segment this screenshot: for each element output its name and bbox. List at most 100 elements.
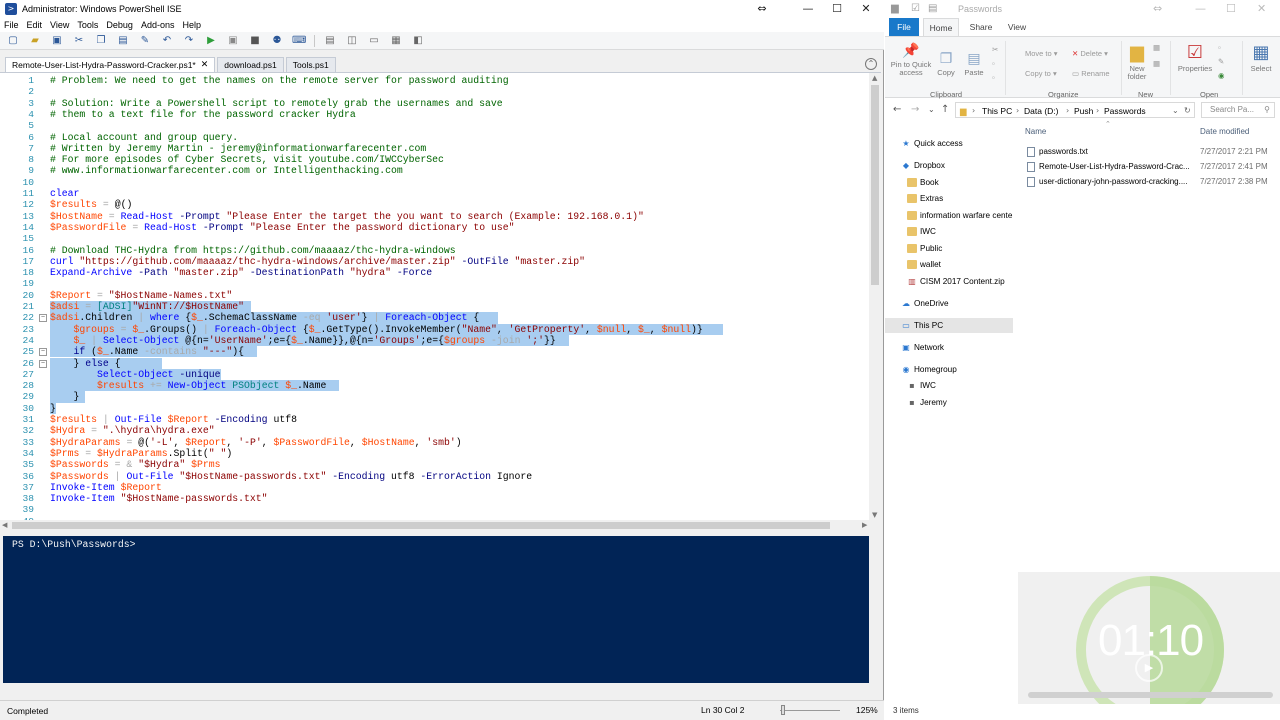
show-script-max-icon[interactable]: ▭ <box>367 34 381 48</box>
scrollbar-thumb[interactable] <box>12 522 830 529</box>
open-icon[interactable]: ▫ <box>1218 43 1221 52</box>
code-line[interactable]: 30} <box>0 402 870 414</box>
nav-item-network[interactable]: ▣ Network <box>885 340 1013 355</box>
breadcrumb-this-pc[interactable]: This PC <box>982 106 1012 116</box>
column-header-date-modified[interactable]: Date modified <box>1200 127 1249 136</box>
refresh-icon[interactable]: ↻ <box>1184 106 1191 115</box>
code-line[interactable]: 17 curl "https://github.com/maaaaz/thc-hy… <box>0 256 870 267</box>
copy-path-icon[interactable]: ▫ <box>992 59 995 68</box>
ribbon-tab-file[interactable]: File <box>889 18 919 36</box>
properties-button[interactable]: ☑ Properties <box>1176 43 1214 73</box>
properties-icon[interactable]: ☑ <box>911 3 920 14</box>
clear-console-icon[interactable]: ✎ <box>138 34 152 48</box>
show-script-top-icon[interactable]: ▤ <box>323 34 337 48</box>
easy-access-icon[interactable]: ▦ <box>1153 59 1160 68</box>
code-line[interactable]: 16 # Download THC-Hydra from https://gith… <box>0 245 870 256</box>
open-folder-icon[interactable]: ▰ <box>28 34 42 48</box>
menu-item-tools[interactable]: Tools <box>77 20 98 30</box>
menu-item-view[interactable]: View <box>50 20 69 30</box>
recent-locations-icon[interactable]: ⌄ <box>928 105 935 114</box>
code-line[interactable]: 28 $results += New-Object PSObject $_.Na… <box>0 380 870 392</box>
code-line[interactable]: 20 $Report = "$HostName-Names.txt" <box>0 290 870 301</box>
tab-tools[interactable]: Tools.ps1 <box>285 57 336 72</box>
rename-button[interactable]: ▭ Rename <box>1072 69 1110 78</box>
scroll-up-icon[interactable]: ▲ <box>872 74 877 82</box>
cut-icon[interactable]: ✂ <box>72 34 86 48</box>
start-powershell-icon[interactable]: ⌨ <box>292 34 306 48</box>
redo-icon[interactable]: ↷ <box>182 34 196 48</box>
zoom-slider-track[interactable] <box>780 710 840 711</box>
new-file-icon[interactable]: ▢ <box>6 34 20 48</box>
code-line[interactable]: 7 # Written by Jeremy Martin - jeremy@inf… <box>0 143 870 154</box>
editor-vertical-scrollbar[interactable]: ▲ ▼ <box>869 73 881 520</box>
menu-item-help[interactable]: Help <box>182 20 201 30</box>
fold-toggle-icon[interactable]: − <box>39 348 47 357</box>
commands-addon-icon[interactable]: ◧ <box>411 34 425 48</box>
nav-item-quick-access[interactable]: ★ Quick access <box>885 136 1013 151</box>
remote-tab-icon[interactable]: ⚉ <box>270 34 284 48</box>
nav-item-public[interactable]: Public <box>885 241 1013 256</box>
code-line[interactable]: 24 $_ | Select-Object @{n='UserName';e={… <box>0 334 870 347</box>
new-folder-button[interactable]: ▆ New folder <box>1123 43 1151 81</box>
code-line[interactable]: 10 <box>0 177 870 188</box>
code-line[interactable]: 5 <box>0 120 870 131</box>
file-row[interactable]: passwords.txt 7/27/2017 2:21 PM <box>1025 144 1280 159</box>
code-line[interactable]: 31 $results | Out-File $Report -Encoding … <box>0 414 870 425</box>
scroll-left-icon[interactable]: ◀ <box>2 521 7 529</box>
back-arrow-icon[interactable]: ← <box>893 104 901 115</box>
paste-shortcut-icon[interactable]: ▫ <box>992 73 995 82</box>
code-line[interactable]: 18 Expand-Archive -Path "master.zip" -Des… <box>0 267 870 278</box>
breadcrumb-passwords[interactable]: Passwords <box>1104 106 1146 116</box>
code-line[interactable]: 39 <box>0 504 870 515</box>
search-box[interactable]: Search Pa... ⚲ <box>1201 102 1275 118</box>
code-line[interactable]: 1 # Problem: We need to get the names on … <box>0 75 870 86</box>
forward-arrow-icon[interactable]: → <box>911 104 919 115</box>
code-line[interactable]: 9 # www.informationwarfarecenter.com or I… <box>0 165 870 176</box>
show-script-right-icon[interactable]: ◫ <box>345 34 359 48</box>
address-bar[interactable]: ▆ › This PC › Data (D:) › Push › Passwor… <box>955 102 1195 118</box>
paste-button[interactable]: ▤ Paste <box>961 51 987 77</box>
nav-item-onedrive[interactable]: ☁ OneDrive <box>885 296 1013 311</box>
code-line[interactable]: 8 # For more episodes of Cyber Secrets, v… <box>0 154 870 165</box>
code-line[interactable]: 25− if ($_.Name -contains "---"){ <box>0 346 870 358</box>
up-arrow-icon[interactable]: ↑ <box>941 104 949 115</box>
cut-icon[interactable]: ✂ <box>992 45 998 54</box>
ise-titlebar[interactable]: > Administrator: Windows PowerShell ISE … <box>0 0 884 18</box>
code-line[interactable]: 13 $HostName = Read-Host -Prompt "Please … <box>0 211 870 222</box>
code-line[interactable]: 3 # Solution: Write a Powershell script t… <box>0 98 870 109</box>
search-icon[interactable]: ⚲ <box>1264 103 1270 117</box>
copy-icon[interactable]: ❐ <box>94 34 108 48</box>
ribbon-tab-home[interactable]: Home <box>923 18 959 36</box>
menu-item-debug[interactable]: Debug <box>106 20 133 30</box>
edit-icon[interactable]: ✎ <box>1218 57 1224 66</box>
breadcrumb-push[interactable]: Push <box>1074 106 1093 116</box>
nav-item-cism-2017-content-zip[interactable]: ▥ CISM 2017 Content.zip <box>885 274 1013 289</box>
menu-item-edit[interactable]: Edit <box>27 20 43 30</box>
show-commands-icon[interactable]: ▦ <box>389 34 403 48</box>
scroll-down-icon[interactable]: ▼ <box>872 511 877 519</box>
tab-remote-user-list[interactable]: Remote-User-List-Hydra-Password-Cracker.… <box>5 57 216 72</box>
explorer-titlebar[interactable]: ▆ ☑ ▤ Passwords ⇔ — ☐ ✕ <box>885 0 1280 18</box>
code-line[interactable]: 14 $PasswordFile = Read-Host -Prompt "Ple… <box>0 222 870 233</box>
pin-quick-access-button[interactable]: 📌 Pin to Quick access <box>889 43 933 77</box>
close-button[interactable]: ✕ <box>1257 2 1266 15</box>
ribbon-tab-share[interactable]: Share <box>965 18 997 36</box>
collapse-script-pane-icon[interactable]: ⌃ <box>865 58 877 70</box>
nav-item-information-warfare-cente[interactable]: information warfare cente <box>885 208 1013 223</box>
script-editor[interactable]: 1 # Problem: We need to get the names on … <box>0 72 881 520</box>
code-line[interactable]: 11 clear <box>0 188 870 199</box>
select-button[interactable]: ▦ Select <box>1246 43 1276 73</box>
ribbon-tab-view[interactable]: View <box>1002 18 1032 36</box>
nav-item-iwc[interactable]: ▪ IWC <box>885 378 1013 393</box>
undo-icon[interactable]: ↶ <box>160 34 174 48</box>
copy-button[interactable]: ❐ Copy <box>935 51 957 77</box>
code-line[interactable]: 6 # Local account and group query. <box>0 132 870 143</box>
code-line[interactable]: 34 $Prms = $HydraParams.Split(" ") <box>0 448 870 459</box>
nav-item-jeremy[interactable]: ▪ Jeremy <box>885 395 1013 410</box>
code-line[interactable]: 32 $Hydra = ".\hydra\hydra.exe" <box>0 425 870 436</box>
scrollbar-thumb[interactable] <box>871 85 879 285</box>
tab-download[interactable]: download.ps1 <box>217 57 284 72</box>
code-line[interactable]: 15 <box>0 233 870 244</box>
nav-item-this-pc[interactable]: ▭ This PC <box>885 318 1013 333</box>
code-line[interactable]: 36 $Passwords | Out-File "$HostName-passw… <box>0 471 870 482</box>
